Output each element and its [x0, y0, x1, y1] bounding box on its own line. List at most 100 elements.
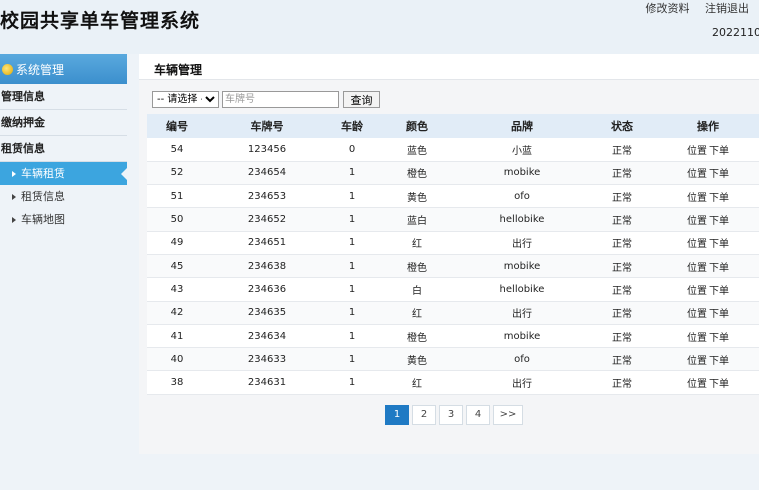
order-link[interactable]: 下单 — [709, 169, 729, 180]
cell-status: 正常 — [587, 207, 657, 232]
table-row: 43 234636 1 白 hellobike 正常 位置 下单 — [147, 277, 759, 302]
caret-right-icon — [12, 171, 16, 177]
cell-plate: 234635 — [207, 301, 327, 325]
page-button-2[interactable]: 2 — [412, 405, 436, 425]
order-link[interactable]: 下单 — [709, 239, 729, 250]
header: 校园共享单车管理系统 修改资料 注销退出 20221109 — [0, 0, 759, 54]
sidebar-item-rental-info[interactable]: 租赁信息 — [0, 185, 127, 208]
cell-id: 38 — [147, 370, 207, 395]
cell-id: 45 — [147, 254, 207, 279]
cell-status: 正常 — [587, 370, 657, 395]
table-row: 38 234631 1 红出行 正常 位置 下单 — [147, 370, 759, 395]
app-title: 校园共享单车管理系统 — [0, 10, 201, 32]
order-link[interactable]: 下单 — [709, 356, 729, 367]
sidebar-item-label: 车辆地图 — [21, 213, 65, 226]
cell-plate: 234651 — [207, 231, 327, 255]
cell-operations: 位置 下单 — [657, 161, 759, 186]
cell-color: 黄色 — [377, 347, 457, 372]
locate-link[interactable]: 位置 — [687, 193, 707, 204]
cell-plate: 234638 — [207, 254, 327, 279]
cell-age: 0 — [327, 138, 377, 162]
column-header-plate: 车牌号 — [207, 114, 327, 138]
date-display: 20221109 — [712, 26, 759, 39]
cell-id: 41 — [147, 324, 207, 349]
cell-brand: hellobike — [457, 277, 587, 302]
cell-plate: 234633 — [207, 347, 327, 372]
cell-plate: 234652 — [207, 207, 327, 232]
cell-status: 正常 — [587, 231, 657, 255]
cell-color: 蓝白 — [377, 207, 457, 232]
cell-status: 正常 — [587, 301, 657, 325]
cell-age: 1 — [327, 324, 377, 349]
locate-link[interactable]: 位置 — [687, 286, 707, 297]
cell-operations: 位置 下单 — [657, 231, 759, 255]
order-link[interactable]: 下单 — [709, 216, 729, 227]
caret-right-icon — [12, 194, 16, 200]
sidebar-header[interactable]: 系统管理 — [0, 54, 127, 84]
order-link[interactable]: 下单 — [709, 286, 729, 297]
locate-link[interactable]: 位置 — [687, 309, 707, 320]
cell-operations: 位置 下单 — [657, 347, 759, 372]
main-content: 车辆管理 -- 请选择 -- 查询 编号 车牌号 车龄 颜色 品牌 状态 操作 … — [139, 54, 759, 454]
order-link[interactable]: 下单 — [709, 193, 729, 204]
cell-color: 蓝色 — [377, 138, 457, 162]
cell-plate: 234631 — [207, 370, 327, 395]
locate-link[interactable]: 位置 — [687, 146, 707, 157]
cell-operations: 位置 下单 — [657, 301, 759, 325]
cell-id: 43 — [147, 277, 207, 302]
cell-plate: 234653 — [207, 184, 327, 209]
locate-link[interactable]: 位置 — [687, 379, 707, 390]
sidebar-item-vehicle-rental[interactable]: 车辆租赁 — [0, 162, 127, 185]
table-row: 41 234634 1 橙色 mobike 正常 位置 下单 — [147, 324, 759, 349]
cell-color: 红 — [377, 370, 457, 395]
cell-color: 白 — [377, 277, 457, 302]
sidebar: 系统管理 管理信息 缴纳押金 租赁信息 车辆租赁 租赁信息 车辆地图 — [0, 54, 127, 490]
page-button-3[interactable]: 3 — [439, 405, 463, 425]
order-link[interactable]: 下单 — [709, 146, 729, 157]
next-page-button[interactable]: >> — [493, 405, 523, 425]
locate-link[interactable]: 位置 — [687, 333, 707, 344]
cell-operations: 位置 下单 — [657, 207, 759, 232]
plate-search-input[interactable] — [222, 91, 339, 108]
order-link[interactable]: 下单 — [709, 263, 729, 274]
sidebar-item-vehicle-map[interactable]: 车辆地图 — [0, 208, 127, 231]
cell-age: 1 — [327, 184, 377, 209]
content-title-bar — [139, 54, 759, 80]
cell-age: 1 — [327, 301, 377, 325]
cell-color: 红 — [377, 301, 457, 325]
cell-id: 54 — [147, 138, 207, 162]
cell-id: 49 — [147, 231, 207, 255]
sidebar-group-rental[interactable]: 租赁信息 — [0, 136, 127, 162]
logout-link[interactable]: 注销退出 — [705, 2, 749, 15]
locate-link[interactable]: 位置 — [687, 356, 707, 367]
cell-brand: ofo — [457, 347, 587, 372]
order-link[interactable]: 下单 — [709, 333, 729, 344]
edit-profile-link[interactable]: 修改资料 — [646, 2, 690, 15]
cell-age: 1 — [327, 231, 377, 255]
page-button-4[interactable]: 4 — [466, 405, 490, 425]
sidebar-group-deposit[interactable]: 缴纳押金 — [0, 110, 127, 136]
top-links: 修改资料 注销退出 — [634, 0, 750, 16]
order-link[interactable]: 下单 — [709, 379, 729, 390]
table-row: 50 234652 1 蓝白 hellobike 正常 位置 下单 — [147, 207, 759, 232]
cell-brand: mobike — [457, 161, 587, 186]
table-row: 42 234635 1 红出行 正常 位置 下单 — [147, 301, 759, 325]
cell-status: 正常 — [587, 254, 657, 279]
cell-color: 黄色 — [377, 184, 457, 209]
cell-operations: 位置 下单 — [657, 184, 759, 209]
cell-color: 橙色 — [377, 161, 457, 186]
order-link[interactable]: 下单 — [709, 309, 729, 320]
locate-link[interactable]: 位置 — [687, 263, 707, 274]
cell-id: 50 — [147, 207, 207, 232]
column-header-color: 颜色 — [377, 114, 457, 138]
locate-link[interactable]: 位置 — [687, 216, 707, 227]
search-button[interactable]: 查询 — [343, 91, 380, 108]
locate-link[interactable]: 位置 — [687, 239, 707, 250]
category-select[interactable]: -- 请选择 -- — [152, 91, 219, 108]
cell-color: 红 — [377, 231, 457, 255]
sidebar-group-management[interactable]: 管理信息 — [0, 84, 127, 110]
page-button-1[interactable]: 1 — [385, 405, 409, 425]
column-header-status: 状态 — [587, 114, 657, 138]
cell-operations: 位置 下单 — [657, 277, 759, 302]
locate-link[interactable]: 位置 — [687, 169, 707, 180]
